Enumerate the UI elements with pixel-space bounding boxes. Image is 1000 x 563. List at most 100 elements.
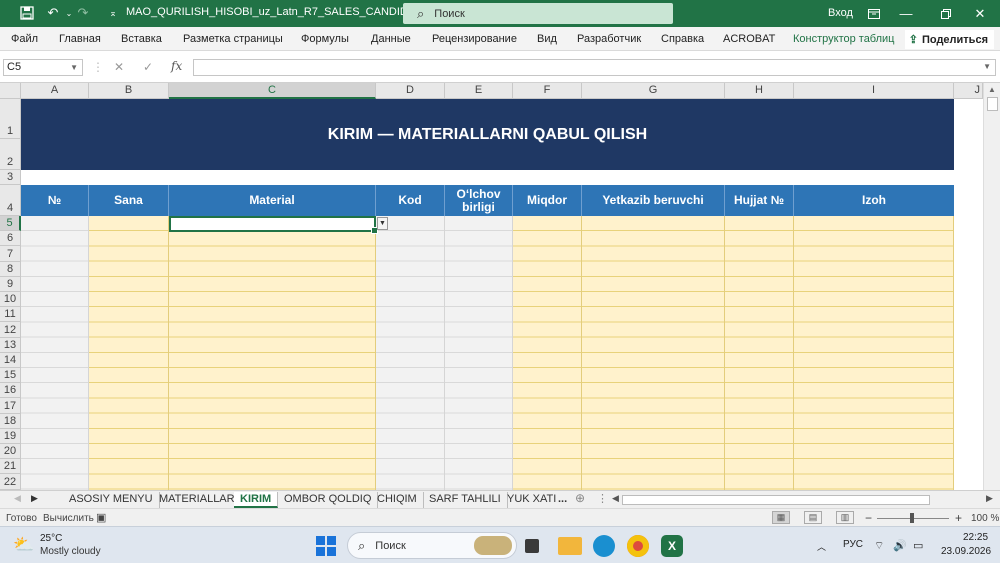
column-number-cells[interactable] xyxy=(21,216,89,490)
row-header-20[interactable]: 20 xyxy=(0,444,21,460)
redo-icon[interactable]: ↷ xyxy=(72,4,94,22)
row-header-3[interactable]: 3 xyxy=(0,170,21,185)
close-icon[interactable]: ✕ xyxy=(960,0,1000,27)
enter-icon[interactable]: ✓ xyxy=(143,60,153,74)
next-sheet-icon[interactable]: ▶ xyxy=(31,493,38,504)
sheet-tab-asosiy-menyu[interactable]: ASOSIY MENYU xyxy=(63,492,160,508)
column-header-h[interactable]: H xyxy=(725,83,794,99)
column-code-cells[interactable] xyxy=(376,216,445,490)
column-unit-cells[interactable] xyxy=(445,216,513,490)
customize-toolbar-icon[interactable]: ⌅ xyxy=(102,4,124,22)
zoom-in-button[interactable]: + xyxy=(955,511,962,525)
column-date-cells[interactable] xyxy=(89,216,169,490)
column-supplier-cells[interactable] xyxy=(582,216,725,490)
search-box[interactable]: ⌕ Поиск xyxy=(403,3,673,24)
weather-temperature[interactable]: 25°C xyxy=(40,533,62,544)
column-material-cells[interactable] xyxy=(169,216,376,490)
normal-view-icon[interactable]: ▦ xyxy=(772,511,790,524)
column-header-i[interactable]: I xyxy=(794,83,954,99)
column-header-j[interactable]: J xyxy=(954,83,983,99)
column-quantity-cells[interactable] xyxy=(513,216,582,490)
row-header-22[interactable]: 22 xyxy=(0,474,21,490)
insert-function-icon[interactable]: fx xyxy=(171,59,182,73)
scroll-right-icon[interactable]: ▶ xyxy=(986,493,993,504)
status-calculate[interactable]: Вычислить xyxy=(43,513,94,524)
cell-dropdown-icon[interactable]: ▼ xyxy=(377,217,388,230)
chrome-browser-icon[interactable] xyxy=(627,535,649,557)
excel-app-icon[interactable]: X xyxy=(661,535,683,557)
header-date[interactable]: Sana xyxy=(89,185,169,216)
row-header-1[interactable]: 1 xyxy=(0,99,21,139)
column-header-a[interactable]: A xyxy=(21,83,89,99)
row-header-4[interactable]: 4 xyxy=(0,185,21,216)
chevron-down-icon[interactable]: ▼ xyxy=(70,60,78,75)
weather-cloudy-icon[interactable]: ⛅ xyxy=(13,535,34,555)
edge-browser-icon[interactable] xyxy=(593,535,615,557)
header-code[interactable]: Kod xyxy=(376,185,445,216)
page-break-view-icon[interactable]: ▥ xyxy=(836,511,854,524)
task-view-icon[interactable] xyxy=(525,539,539,553)
sheet-tab-chiqim[interactable]: CHIQIM xyxy=(371,492,424,508)
scroll-up-icon[interactable]: ▲ xyxy=(988,85,996,94)
header-document-number[interactable]: Hujjat № xyxy=(725,185,794,216)
formula-input[interactable]: ▼ xyxy=(193,59,996,76)
tab-developer[interactable]: Разработчик xyxy=(577,33,641,45)
windows-start-icon[interactable] xyxy=(316,536,336,556)
header-material[interactable]: Material xyxy=(169,185,376,216)
row-header-19[interactable]: 19 xyxy=(0,428,21,444)
horizontal-scroll-thumb[interactable] xyxy=(622,495,930,505)
sheet-banner-title[interactable]: KIRIM — MATERIALLARNI QABUL QILISH xyxy=(21,99,954,170)
column-note-cells[interactable] xyxy=(794,216,954,490)
tab-page-layout[interactable]: Разметка страницы xyxy=(183,33,283,45)
add-sheet-icon[interactable]: ⊕ xyxy=(575,491,585,505)
page-layout-view-icon[interactable]: ▤ xyxy=(804,511,822,524)
column-header-g[interactable]: G xyxy=(582,83,725,99)
name-box[interactable]: C5 ▼ xyxy=(3,59,83,76)
select-all-corner[interactable] xyxy=(0,83,21,99)
row-header-12[interactable]: 12 xyxy=(0,322,21,338)
save-icon[interactable] xyxy=(16,4,38,22)
row-header-15[interactable]: 15 xyxy=(0,368,21,384)
sheet-tab-ombor-qoldiq[interactable]: OMBOR QOLDIQ xyxy=(278,492,379,508)
horizontal-scrollbar[interactable]: ◀ ▶ xyxy=(610,493,1000,506)
expand-formula-icon[interactable]: ▼ xyxy=(983,62,991,71)
row-header-16[interactable]: 16 xyxy=(0,383,21,399)
share-button[interactable]: ⇪ Поделиться xyxy=(904,30,994,49)
row-header-17[interactable]: 17 xyxy=(0,398,21,414)
active-cell-c5[interactable] xyxy=(169,216,378,234)
minimize-icon[interactable]: — xyxy=(886,0,926,27)
vertical-scroll-thumb[interactable] xyxy=(987,97,998,111)
prev-sheet-icon[interactable]: ◀ xyxy=(14,493,21,504)
weather-description[interactable]: Mostly cloudy xyxy=(40,546,101,557)
column-header-e[interactable]: E xyxy=(445,83,513,99)
more-sheets-button[interactable]: ... xyxy=(552,492,573,508)
row-header-11[interactable]: 11 xyxy=(0,307,21,323)
tab-data[interactable]: Данные xyxy=(371,33,411,45)
tab-table-design[interactable]: Конструктор таблиц xyxy=(793,33,894,45)
row-header-21[interactable]: 21 xyxy=(0,459,21,475)
tab-home[interactable]: Главная xyxy=(59,33,101,45)
header-quantity[interactable]: Miqdor xyxy=(513,185,582,216)
row-header-5[interactable]: 5 xyxy=(0,216,21,232)
battery-icon[interactable]: ▭ xyxy=(913,539,923,552)
tab-acrobat[interactable]: ACROBAT xyxy=(723,33,775,45)
tab-help[interactable]: Справка xyxy=(661,33,704,45)
clock-date[interactable]: 23.09.2026 xyxy=(941,546,991,557)
column-header-d[interactable]: D xyxy=(376,83,445,99)
row-header-8[interactable]: 8 xyxy=(0,261,21,277)
header-unit[interactable]: O‘lchov birligi xyxy=(445,185,513,216)
zoom-slider-handle[interactable] xyxy=(910,513,914,523)
row-header-14[interactable]: 14 xyxy=(0,352,21,368)
row-header-18[interactable]: 18 xyxy=(0,413,21,429)
tab-split-handle-icon[interactable]: ⋮ xyxy=(597,492,608,505)
row-header-6[interactable]: 6 xyxy=(0,231,21,247)
login-button[interactable]: Вход xyxy=(828,7,853,19)
input-language[interactable]: РУС xyxy=(843,539,863,550)
column-header-c[interactable]: C xyxy=(169,83,376,99)
wifi-icon[interactable]: ⌔ xyxy=(874,539,884,553)
sheet-tab-sarf-tahlili[interactable]: SARF TAHLILI xyxy=(423,492,508,508)
row-header-2[interactable]: 2 xyxy=(0,139,21,170)
taskbar-search[interactable]: ⌕ Поиск xyxy=(347,532,517,559)
zoom-out-button[interactable]: − xyxy=(865,511,872,525)
clock-time[interactable]: 22:25 xyxy=(963,532,988,543)
